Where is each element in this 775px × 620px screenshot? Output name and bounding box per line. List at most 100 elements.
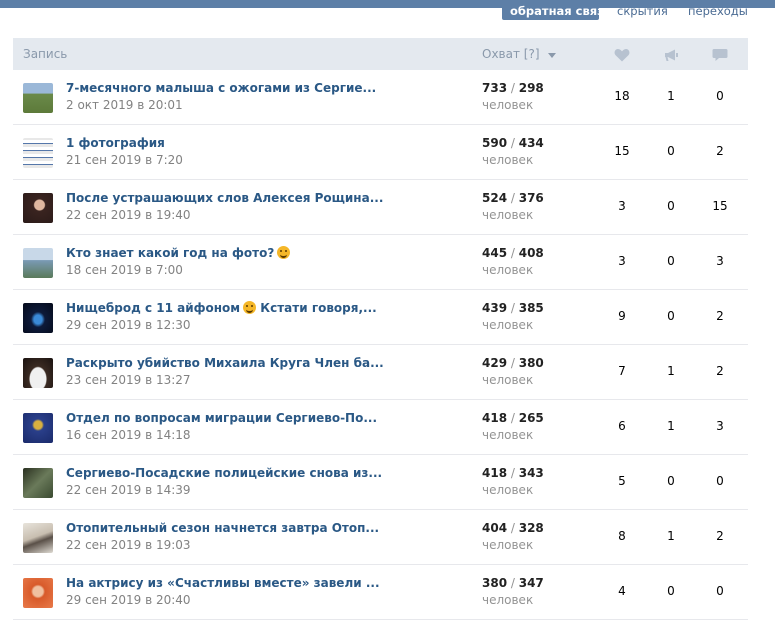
reach-values: 445 / 408 (482, 246, 544, 260)
shares-count: 1 (667, 529, 675, 543)
post-date: 29 сен 2019 в 20:40 (66, 593, 191, 607)
reach-values: 418 / 343 (482, 466, 544, 480)
shares-count: 0 (667, 199, 675, 213)
reach-values: 404 / 328 (482, 521, 544, 535)
post-date: 16 сен 2019 в 14:18 (66, 428, 191, 442)
post-thumbnail[interactable] (23, 138, 53, 168)
shares-count: 1 (667, 364, 675, 378)
reach-unit: человек (482, 98, 534, 112)
table-header: Запись Охват [?] (13, 38, 748, 70)
post-title-link[interactable]: Отопительный сезон начнется завтра Отоп.… (66, 521, 379, 535)
heart-icon (614, 47, 630, 62)
smiling-face-icon (277, 246, 291, 259)
post-date: 18 сен 2019 в 7:00 (66, 263, 183, 277)
table-row: 7-месячного малыша с ожогами из Сергие..… (13, 70, 748, 125)
reach-values: 524 / 376 (482, 191, 544, 205)
comments-count: 15 (712, 199, 728, 213)
post-date: 22 сен 2019 в 14:39 (66, 483, 191, 497)
reach-values: 733 / 298 (482, 81, 544, 95)
shares-count: 0 (667, 584, 675, 598)
post-date: 21 сен 2019 в 7:20 (66, 153, 183, 167)
reach-unit: человек (482, 153, 534, 167)
reach-unit: человек (482, 593, 534, 607)
post-thumbnail[interactable] (23, 193, 53, 223)
tab-feedback[interactable]: обратная связь (510, 4, 611, 18)
post-thumbnail[interactable] (23, 468, 53, 498)
post-title-link[interactable]: 1 фотография (66, 136, 165, 150)
table-row: На актрису из «Счастливы вместе» завели … (13, 565, 748, 620)
comments-count: 2 (716, 529, 724, 543)
post-thumbnail[interactable] (23, 303, 53, 333)
post-thumbnail[interactable] (23, 578, 53, 608)
reach-unit: человек (482, 483, 534, 497)
table-row: 1 фотография 21 сен 2019 в 7:20 590 / 43… (13, 125, 748, 180)
likes-count: 9 (618, 309, 626, 323)
shares-count: 0 (667, 474, 675, 488)
likes-count: 7 (618, 364, 626, 378)
comments-count: 2 (716, 144, 724, 158)
table-row: Нищеброд с 11 айфоном Кстати говоря,... … (13, 290, 748, 345)
post-title-link[interactable]: На актрису из «Счастливы вместе» завели … (66, 576, 380, 590)
reach-values: 590 / 434 (482, 136, 544, 150)
shares-count: 0 (667, 254, 675, 268)
shares-count: 1 (667, 419, 675, 433)
comments-count: 3 (716, 254, 724, 268)
likes-count: 18 (614, 89, 630, 103)
likes-count: 3 (618, 199, 626, 213)
reach-unit: человек (482, 373, 534, 387)
post-title-link[interactable]: Отдел по вопросам миграции Сергиево-По..… (66, 411, 377, 425)
column-header-reach[interactable]: Охват [?] (482, 47, 556, 61)
likes-count: 4 (618, 584, 626, 598)
megaphone-icon (663, 47, 679, 61)
post-thumbnail[interactable] (23, 413, 53, 443)
post-date: 29 сен 2019 в 12:30 (66, 318, 191, 332)
comments-count: 2 (716, 309, 724, 323)
stats-table: 7-месячного малыша с ожогами из Сергие..… (13, 70, 748, 620)
comments-count: 3 (716, 419, 724, 433)
post-title-link[interactable]: После устрашающих слов Алексея Рощина... (66, 191, 383, 205)
reach-unit: человек (482, 428, 534, 442)
post-thumbnail[interactable] (23, 83, 53, 113)
post-title-link[interactable]: Кто знает какой год на фото? (66, 246, 291, 260)
reach-values: 429 / 380 (482, 356, 544, 370)
post-title-link[interactable]: Сергиево-Посадские полицейские снова из.… (66, 466, 382, 480)
likes-count: 3 (618, 254, 626, 268)
reach-values: 418 / 265 (482, 411, 544, 425)
likes-count: 8 (618, 529, 626, 543)
sort-caret-icon[interactable] (547, 52, 556, 58)
post-thumbnail[interactable] (23, 523, 53, 553)
post-date: 22 сен 2019 в 19:03 (66, 538, 191, 552)
tab-hides[interactable]: скрытия (617, 4, 668, 18)
comments-count: 0 (716, 584, 724, 598)
reach-values: 380 / 347 (482, 576, 544, 590)
table-row: Раскрыто убийство Михаила Круга Член ба.… (13, 345, 748, 400)
post-title-link[interactable]: 7-месячного малыша с ожогами из Сергие..… (66, 81, 376, 95)
likes-count: 6 (618, 419, 626, 433)
post-thumbnail[interactable] (23, 248, 53, 278)
post-thumbnail[interactable] (23, 358, 53, 388)
comments-count: 2 (716, 364, 724, 378)
post-date: 22 сен 2019 в 19:40 (66, 208, 191, 222)
shares-count: 1 (667, 89, 675, 103)
likes-count: 5 (618, 474, 626, 488)
post-title-link[interactable]: Раскрыто убийство Михаила Круга Член ба.… (66, 356, 384, 370)
reach-unit: человек (482, 538, 534, 552)
column-header-post: Запись (23, 47, 68, 61)
table-row: Сергиево-Посадские полицейские снова из.… (13, 455, 748, 510)
reach-unit: человек (482, 208, 534, 222)
comment-icon (712, 47, 728, 61)
table-row: После устрашающих слов Алексея Рощина...… (13, 180, 748, 235)
table-row: Кто знает какой год на фото? 18 сен 2019… (13, 235, 748, 290)
reach-unit: человек (482, 263, 534, 277)
post-title-link[interactable]: Нищеброд с 11 айфоном Кстати говоря,... (66, 301, 377, 315)
likes-count: 15 (614, 144, 630, 158)
reach-unit: человек (482, 318, 534, 332)
comments-count: 0 (716, 89, 724, 103)
table-row: Отопительный сезон начнется завтра Отоп.… (13, 510, 748, 565)
reach-values: 439 / 385 (482, 301, 544, 315)
shares-count: 0 (667, 309, 675, 323)
laughing-face-icon (243, 301, 257, 314)
tab-clicks[interactable]: переходы (688, 4, 748, 18)
post-date: 23 сен 2019 в 13:27 (66, 373, 191, 387)
column-header-reach-label: Охват [?] (482, 47, 540, 61)
